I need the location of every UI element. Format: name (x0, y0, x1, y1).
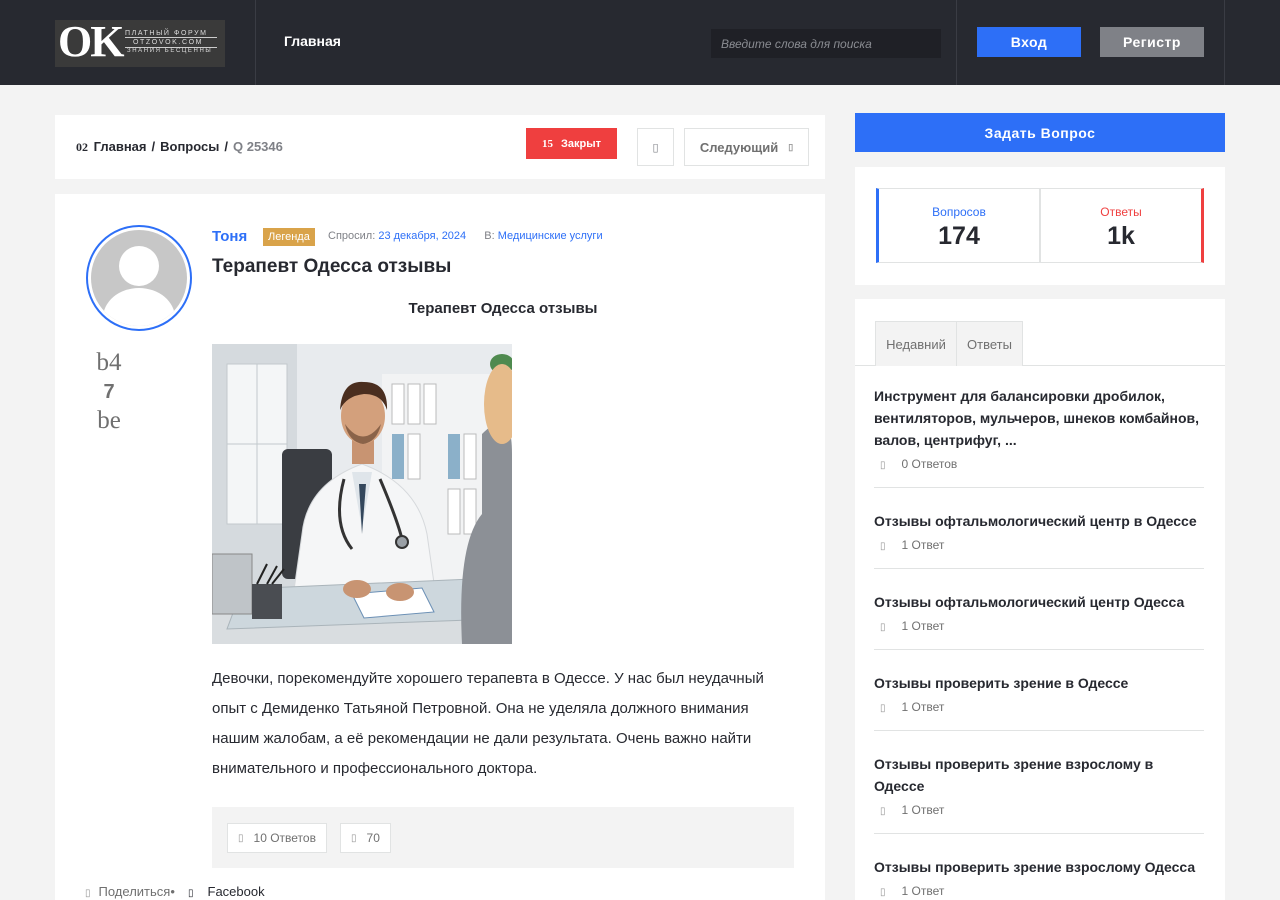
chevron-right-icon: ▯ (788, 141, 794, 152)
comment-icon: ▯ (880, 622, 886, 633)
breadcrumb-bar: 02 Главная / Вопросы / Q 25346 15 Закрыт ▯ С… (55, 115, 825, 179)
recent-tabs: Недавний Ответы (855, 321, 1225, 366)
author-rank-badge: Легенда (263, 228, 315, 246)
ask-question-button[interactable]: Задать Вопрос (855, 113, 1225, 152)
header-divider (956, 0, 957, 85)
recent-question-link[interactable]: Отзывы офтальмологический центр в Одессе (874, 513, 1197, 529)
answers-stat: Ответы 1k (1040, 188, 1204, 263)
closed-label: Закрыт (560, 137, 601, 150)
recent-question-link[interactable]: Инструмент для балансировки дробилок, ве… (874, 388, 1199, 448)
recent-question-link[interactable]: Отзывы проверить зрение в Одессе (874, 675, 1128, 691)
questions-stat-value: 174 (938, 222, 980, 250)
facebook-icon: ▯ (188, 888, 194, 899)
avatar-placeholder-icon (91, 230, 187, 326)
stats-widget: Вопросов 174 Ответы 1k (855, 167, 1225, 285)
vote-up-icon[interactable]: b4 (86, 348, 132, 378)
list-item: Инструмент для балансировки дробилок, ве… (874, 385, 1204, 488)
doctor-illustration (212, 344, 512, 644)
share-bullet: • (170, 884, 175, 899)
questions-stat-label: Вопросов (932, 205, 986, 219)
random-question-button[interactable]: ▯ (637, 128, 674, 166)
breadcrumb-questions-link[interactable]: Вопросы (160, 139, 219, 154)
doctor-photo (212, 344, 512, 644)
header-divider (255, 0, 256, 85)
vote-widget: b4 7 be (86, 348, 132, 436)
shuffle-icon: ▯ (652, 141, 659, 154)
list-item: Отзывы офтальмологический центр в Одессе… (874, 510, 1204, 569)
logo-mark: OK (58, 20, 124, 66)
comment-icon: ▯ (880, 541, 886, 552)
site-header: OK ПЛАТНЫЙ ФОРУМ OTZOVOK.COM ЗНАНИЯ БЕСЦ… (0, 0, 1280, 85)
views-count-chip: ▯ 70 (340, 823, 391, 853)
closed-status-badge: 15 Закрыт (526, 128, 617, 159)
author-avatar[interactable] (86, 225, 192, 331)
question-subtitle: Терапевт Одесса отзывы (408, 300, 598, 317)
header-divider (1224, 0, 1225, 85)
next-question-button[interactable]: Следующий ▯ (684, 128, 809, 166)
vote-down-icon[interactable]: be (86, 406, 132, 436)
asked-date-link[interactable]: 23 декабря, 2024 (378, 230, 466, 242)
search-input[interactable] (711, 29, 941, 58)
breadcrumb-home-icon: 02 (76, 140, 88, 154)
answers-stat-value: 1k (1107, 222, 1135, 250)
author-name-link[interactable]: Тоня (212, 228, 247, 245)
list-item: Отзывы офтальмологический центр Одесса ▯… (874, 591, 1204, 650)
question-footer: ▯ 10 Ответов ▯ 70 (212, 807, 794, 868)
recent-widget: Недавний Ответы Инструмент для балансиро… (855, 299, 1225, 900)
comment-icon: ▯ (880, 806, 886, 817)
logo-rule (125, 37, 217, 38)
category-link[interactable]: Медицинские услуги (498, 230, 603, 242)
breadcrumb-home-link[interactable]: Главная (94, 139, 147, 154)
recent-question-link[interactable]: Отзывы проверить зрение взрослому Одесса (874, 859, 1195, 875)
register-button[interactable]: Регистр (1100, 27, 1204, 57)
comment-icon: ▯ (880, 460, 886, 471)
share-icon: ▯ (85, 888, 91, 899)
next-label: Следующий (699, 139, 779, 155)
share-facebook-link[interactable]: ▯ Facebook (188, 884, 265, 899)
question-meta: Спросил: 23 декабря, 2024 В: Медицинские… (328, 230, 603, 242)
eye-icon: ▯ (351, 832, 357, 844)
list-item: Отзывы проверить зрение взрослому Одесса… (874, 859, 1196, 898)
comment-icon: ▯ (880, 703, 886, 714)
list-item: Отзывы проверить зрение взрослому в Одес… (874, 753, 1204, 834)
logo-line-2: OTZOVOK.COM (133, 39, 204, 46)
question-card: b4 7 be Тоня Легенда Спросил: 23 декабря… (55, 194, 825, 900)
login-button[interactable]: Вход (977, 27, 1081, 57)
tab-answers[interactable]: Ответы (956, 321, 1023, 366)
question-body: Девочки, порекомендуйте хорошего терапев… (212, 670, 764, 777)
share-label[interactable]: ▯ Поделиться• (85, 884, 175, 899)
breadcrumb: 02 Главная / Вопросы / Q 25346 (76, 139, 283, 154)
logo-line-1: ПЛАТНЫЙ ФОРУМ (125, 30, 208, 37)
question-title: Терапевт Одесса отзывы (212, 256, 452, 277)
answers-count-chip[interactable]: ▯ 10 Ответов (227, 823, 327, 853)
comment-icon: ▯ (238, 832, 244, 844)
nav-home-link[interactable]: Главная (284, 33, 341, 49)
recent-question-link[interactable]: Отзывы проверить зрение взрослому в Одес… (874, 756, 1153, 794)
list-item: Отзывы проверить зрение в Одессе ▯ 1 Отве… (874, 672, 1204, 731)
recent-question-link[interactable]: Отзывы офтальмологический центр Одесса (874, 594, 1184, 610)
tab-recent[interactable]: Недавний (875, 321, 957, 366)
logo-line-3: ЗНАНИЯ БЕСЦЕННЫ (127, 48, 213, 54)
lock-icon: 15 (541, 137, 553, 150)
comment-icon: ▯ (880, 887, 886, 898)
question-id: Q 25346 (232, 139, 283, 154)
site-logo[interactable]: OK ПЛАТНЫЙ ФОРУМ OTZOVOK.COM ЗНАНИЯ БЕСЦ… (55, 20, 225, 67)
answers-stat-label: Ответы (1100, 205, 1142, 219)
vote-count: 7 (103, 381, 115, 403)
questions-stat: Вопросов 174 (876, 188, 1040, 263)
